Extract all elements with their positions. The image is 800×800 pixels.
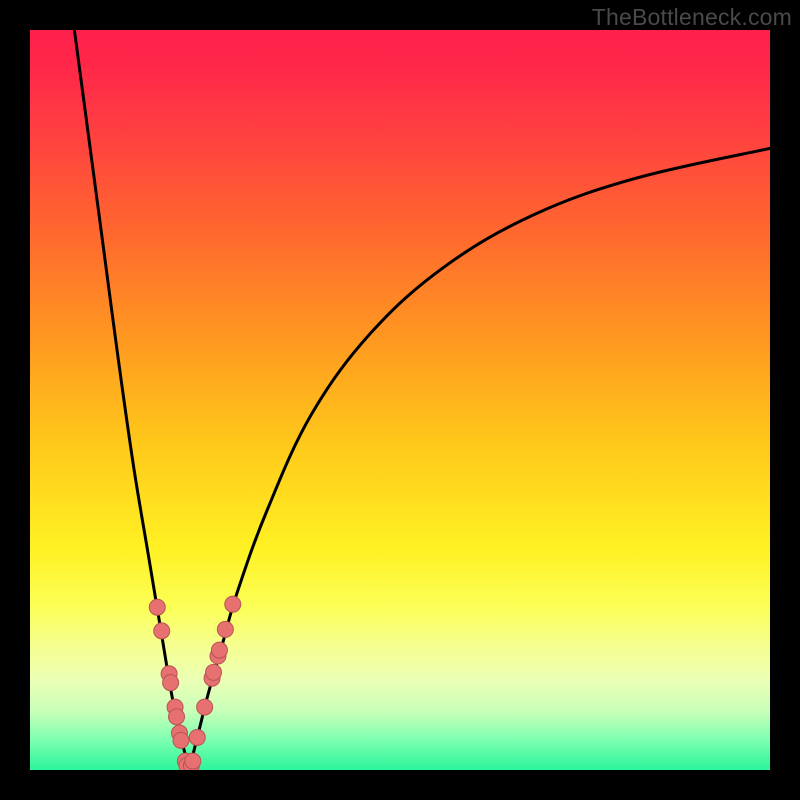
data-point xyxy=(154,623,170,639)
watermark-text: TheBottleneck.com xyxy=(592,4,792,31)
data-point xyxy=(217,621,233,637)
data-point xyxy=(163,675,179,691)
plot-area xyxy=(30,30,770,770)
curve-right-branch xyxy=(189,148,770,770)
data-point xyxy=(169,709,185,725)
data-point xyxy=(149,599,165,615)
data-point xyxy=(225,596,241,612)
data-point xyxy=(189,729,205,745)
data-point xyxy=(185,753,201,769)
curve-left-branch xyxy=(74,30,189,770)
curve-layer xyxy=(30,30,770,770)
data-point xyxy=(197,699,213,715)
data-point xyxy=(173,732,189,748)
data-point xyxy=(206,664,222,680)
data-point xyxy=(211,642,227,658)
bottleneck-curve xyxy=(74,30,770,770)
data-markers xyxy=(149,596,240,770)
chart-frame: TheBottleneck.com xyxy=(0,0,800,800)
